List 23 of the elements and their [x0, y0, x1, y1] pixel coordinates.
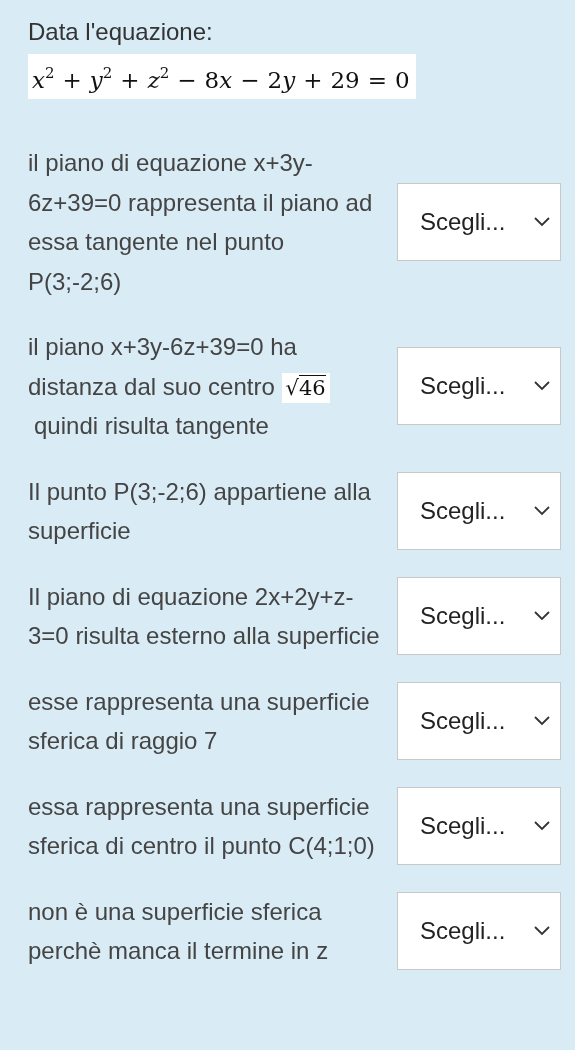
answer-dropdown[interactable]: Scegli...: [397, 577, 561, 655]
chevron-down-icon: [534, 506, 550, 516]
answer-dropdown[interactable]: Scegli...: [397, 347, 561, 426]
answer-dropdown[interactable]: Scegli...: [397, 682, 561, 760]
answer-dropdown[interactable]: Scegli...: [397, 472, 561, 550]
chevron-down-icon: [534, 217, 550, 227]
statement-text: non è una superficie sferica perchè manca il termine in z: [28, 896, 330, 966]
question-intro: Data l'equazione:: [28, 17, 214, 47]
equation: x$^{2}$ + y$^{2}$ + z$^{2}$ − 8x − 2y + 29 = 0: [28, 54, 416, 99]
statement-text: esse rappresenta una superficie sferica di raggio 7: [28, 686, 371, 756]
chevron-down-icon: [534, 716, 550, 726]
chevron-down-icon: [534, 926, 550, 936]
statement-text: Il piano di equazione 2x+2y+z-3=0 risulta esterno alla superficie: [28, 581, 381, 651]
chevron-down-icon: [534, 611, 550, 621]
statement-text: il piano di equazione x+3y-6z+39=0 rappresenta il piano ad essa tangente nel punto P(3;-2;6): [28, 148, 374, 297]
statement-text: Il punto P(3;-2;6) appartiene alla superficie: [28, 476, 372, 546]
chevron-down-icon: [534, 821, 550, 831]
answer-dropdown[interactable]: Scegli...: [397, 787, 561, 865]
answer-dropdown[interactable]: Scegli...: [397, 892, 561, 970]
answer-dropdown[interactable]: Scegli...: [397, 183, 561, 261]
chevron-down-icon: [534, 381, 550, 392]
statement-text: essa rappresenta una superficie sferica di centro il punto C(4;1;0): [28, 791, 376, 861]
statement-text: il piano x+3y-6z+39=0 ha distanza dal suo centro √46 quindi risulta tangente: [28, 327, 383, 446]
